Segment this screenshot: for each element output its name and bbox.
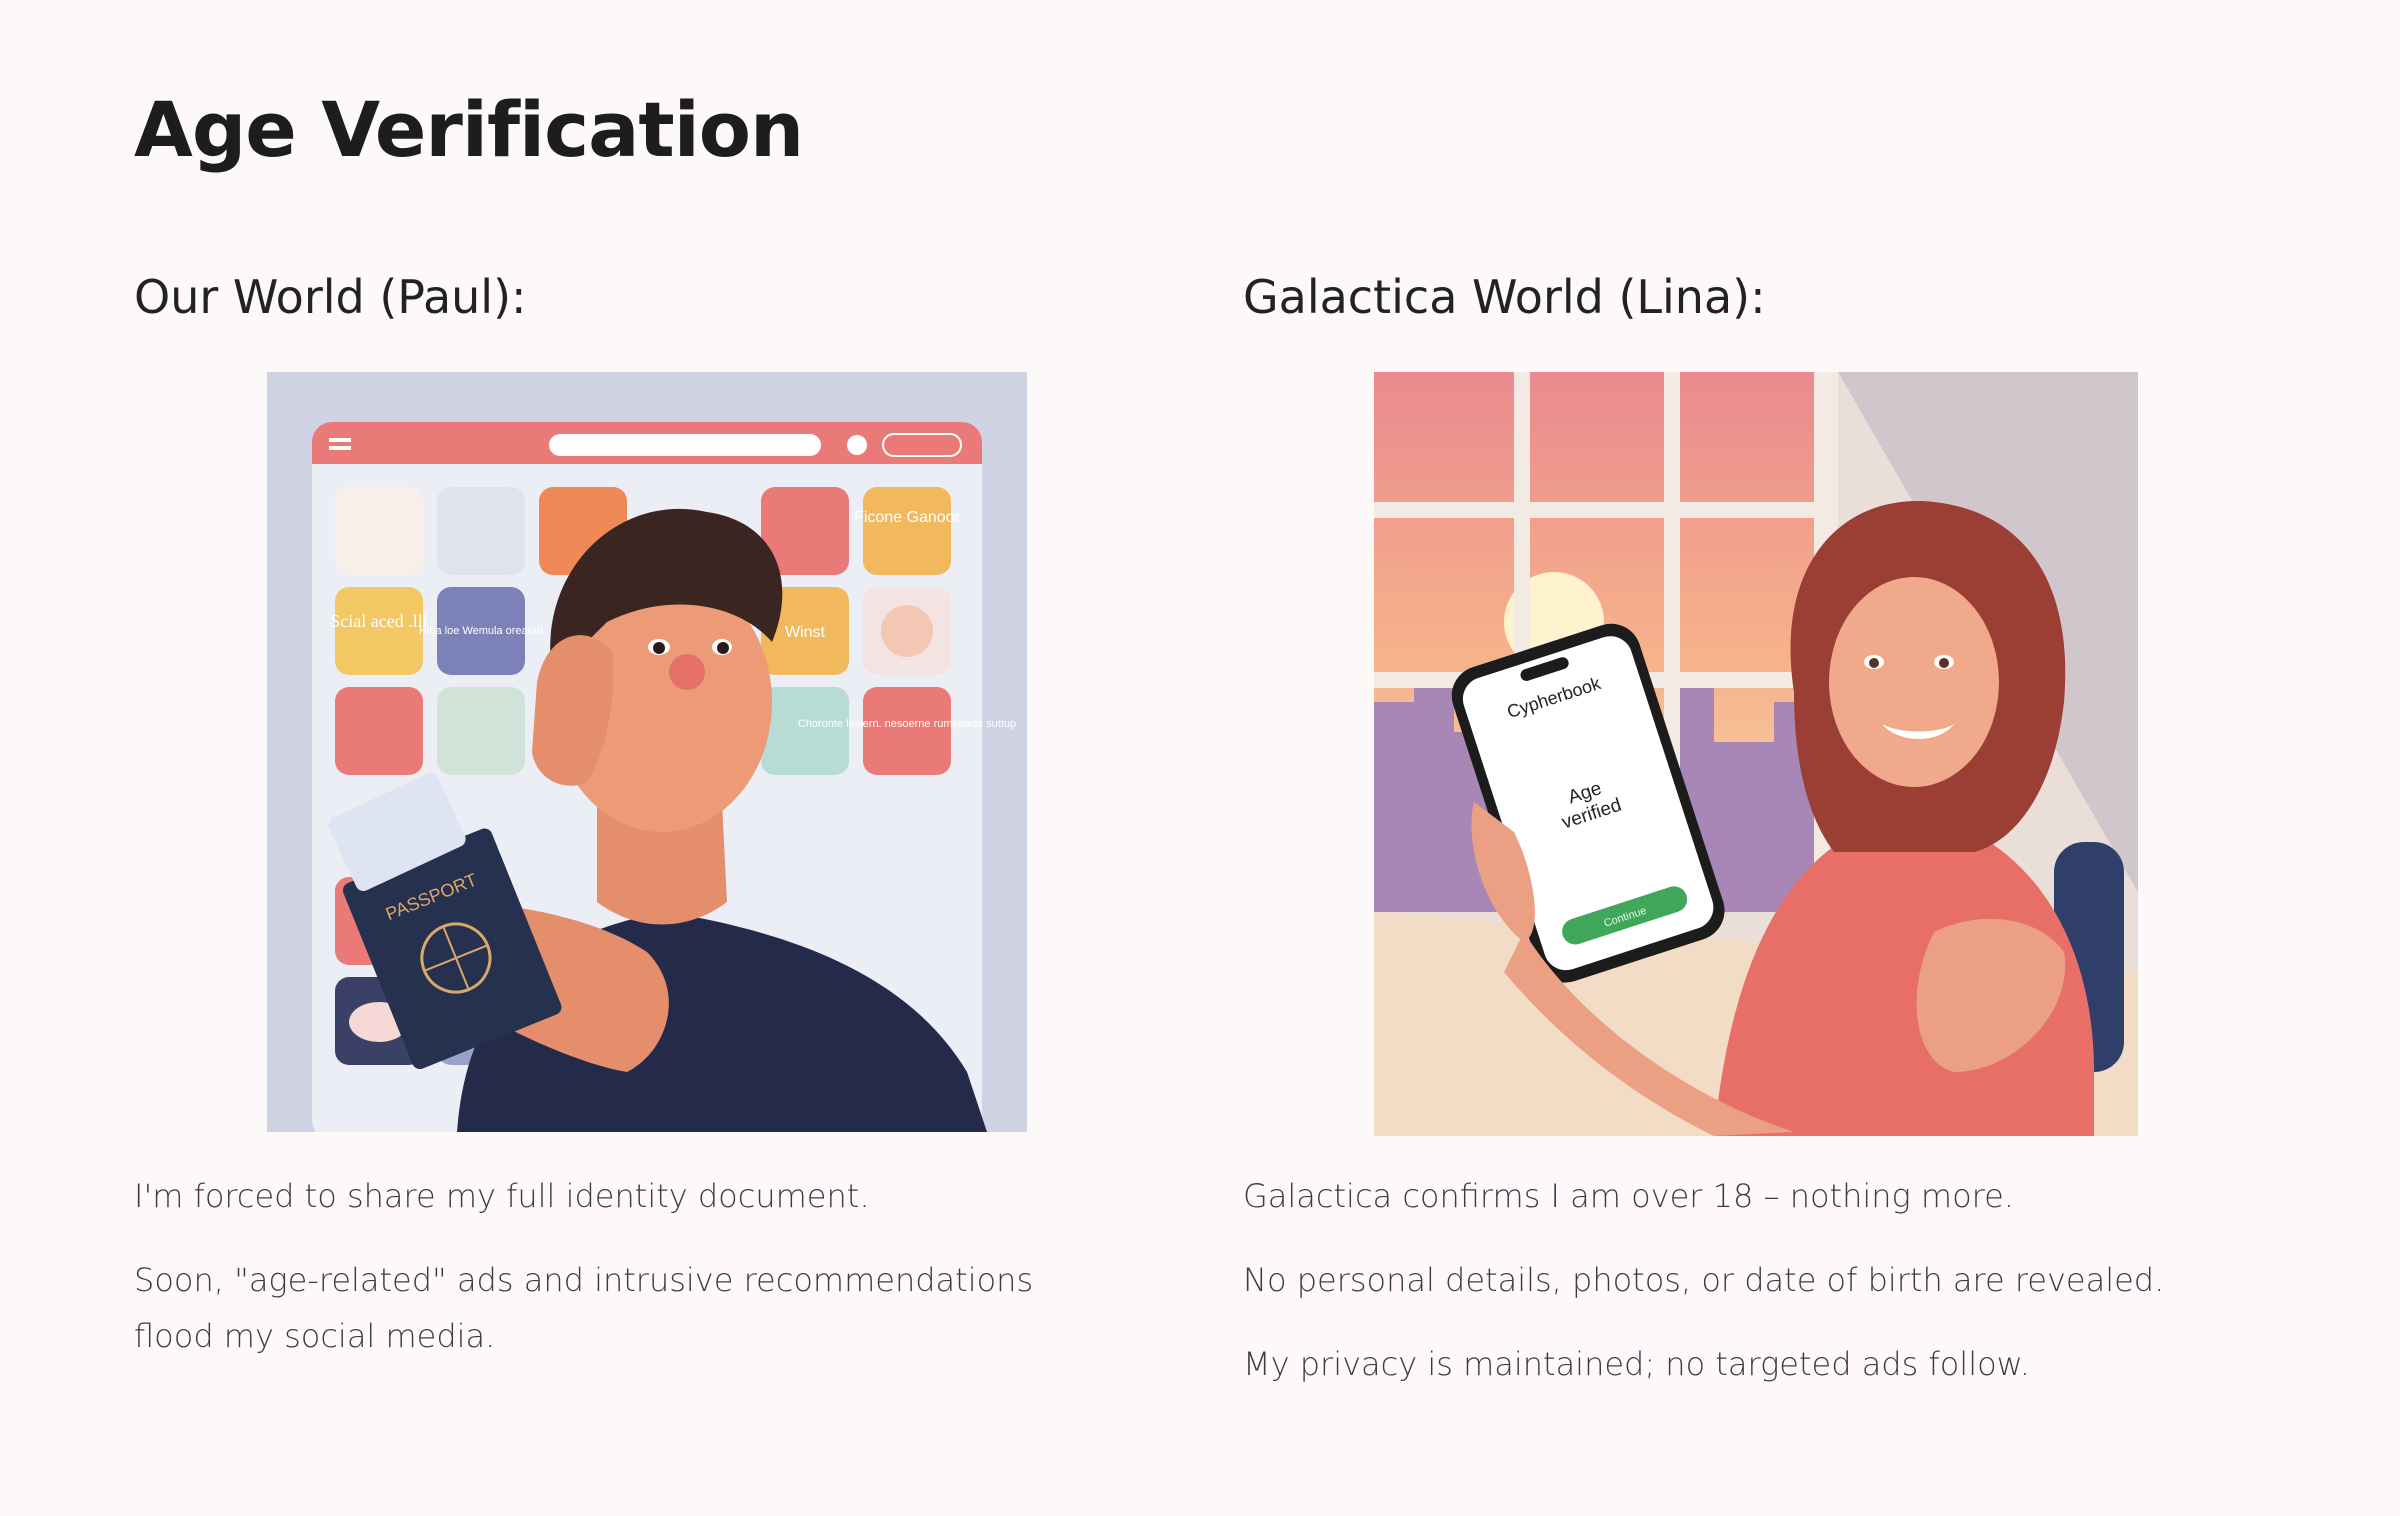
lina-paragraph-1: Galactica confirms I am over 18 – nothin…: [1243, 1177, 2014, 1215]
our-world-section: Our World (Paul): Ficone Ganoor Scial ac…: [134, 270, 1134, 1355]
tile-e-text: Choronte lesiern. nesoerne rumepadir sut…: [798, 718, 1016, 730]
lina-paragraph-3: My privacy is maintained; no targeted ad…: [1243, 1345, 2031, 1383]
paul-illustration-svg: Ficone Ganoor Scial aced .lll Hiba loe W…: [267, 372, 1027, 1132]
paul-paragraph-2: Soon, "age-related" ads and intrusive re…: [134, 1261, 1034, 1355]
lina-illustration-svg: Cypherbook Age verified Continue: [1374, 372, 2138, 1136]
lina-paragraph-2: No personal details, photos, or date of …: [1243, 1261, 2165, 1299]
lina-illustration: Cypherbook Age verified Continue: [1374, 372, 2138, 1136]
tile-a-text: Ficone Ganoor: [854, 509, 961, 526]
our-world-heading: Our World (Paul):: [134, 270, 527, 324]
galactica-world-heading: Galactica World (Lina):: [1243, 270, 1766, 324]
tile-c-text: Hiba loe Wemula oreatab: [419, 625, 543, 637]
page-title: Age Verification: [134, 85, 804, 174]
tile-d-text: Winst: [785, 624, 826, 641]
paul-paragraph-1: I'm forced to share my full identity doc…: [134, 1177, 870, 1215]
galactica-world-section: Galactica World (Lina): Cypherbook Age v…: [1243, 270, 2243, 1383]
tile-b-text: Scial aced .lll: [330, 611, 427, 631]
paul-illustration: Ficone Ganoor Scial aced .lll Hiba loe W…: [267, 372, 1027, 1132]
